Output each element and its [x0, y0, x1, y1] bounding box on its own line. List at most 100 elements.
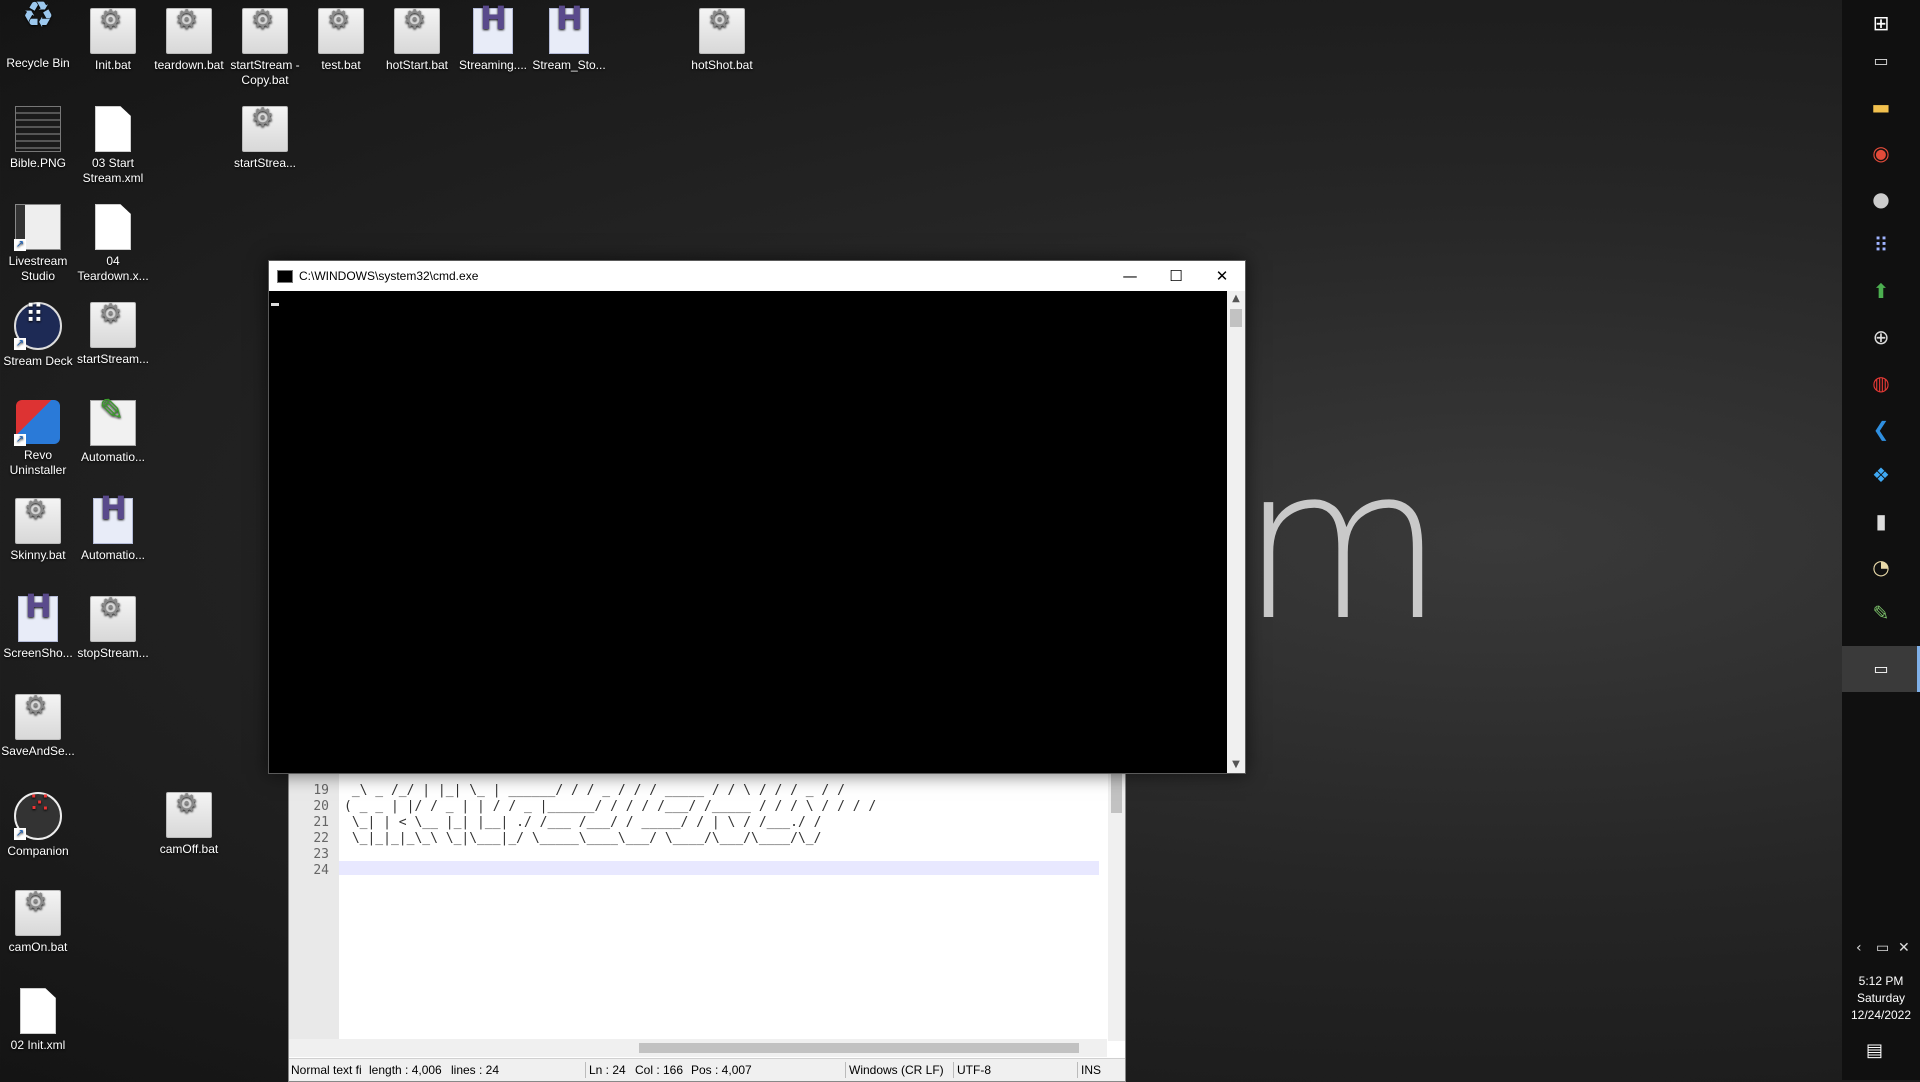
- desktop-icon-screensho[interactable]: ScreenSho...: [0, 588, 76, 661]
- line-number: 22: [313, 831, 329, 846]
- desktop-icon-companion[interactable]: Companion: [0, 784, 76, 859]
- notification-icon[interactable]: ▤: [1866, 1040, 1883, 1061]
- desktop-icon-stream-deck[interactable]: Stream Deck: [0, 294, 76, 369]
- scroll-down-arrow-icon[interactable]: ▼: [1227, 757, 1245, 773]
- desktop-icon-stopstream[interactable]: stopStream...: [75, 588, 151, 661]
- automation-icon[interactable]: ✎: [1842, 590, 1920, 636]
- icon-label: Init.bat: [94, 58, 132, 72]
- desktop-icon-teardown-bat[interactable]: teardown.bat: [151, 0, 227, 73]
- icon-label: Recycle Bin: [6, 56, 70, 70]
- image-file-icon: [15, 106, 61, 152]
- desktop-icon-streaming[interactable]: Streaming....: [455, 0, 531, 73]
- code-line[interactable]: \_|_|_|_\_\ \_|\___|_/ \_____\____\___/ …: [344, 831, 829, 846]
- chevron-left-icon[interactable]: ‹: [1856, 940, 1862, 956]
- desktop-icon-startstream-copy[interactable]: startStream - Copy.bat: [227, 0, 303, 88]
- desktop-icon-bible-png[interactable]: Bible.PNG: [0, 98, 76, 171]
- status-column: Col : 166: [635, 1063, 684, 1077]
- batch-file-icon: [394, 8, 440, 54]
- batch-file-icon: [15, 498, 61, 544]
- icon-label: camOn.bat: [8, 940, 68, 954]
- desktop-icon-03-start-stream[interactable]: 03 Start Stream.xml: [75, 98, 151, 186]
- icon-label: Automatio...: [80, 548, 146, 562]
- desktop-icon-init-bat[interactable]: Init.bat: [75, 0, 151, 73]
- maximize-button[interactable]: ☐: [1153, 261, 1199, 291]
- scroll-up-arrow-icon[interactable]: ▲: [1227, 291, 1245, 307]
- stream-deck-icon[interactable]: ⠿: [1842, 222, 1920, 268]
- editor-horizontal-scrollbar[interactable]: [289, 1039, 1107, 1057]
- desktop-icon-startstream[interactable]: startStream...: [75, 294, 151, 367]
- file-explorer-icon[interactable]: ▬: [1842, 84, 1920, 130]
- icon-label: Livestream Studio: [8, 254, 68, 283]
- record-icon[interactable]: ◍: [1842, 360, 1920, 406]
- desktop-icon-02-init-xml[interactable]: 02 Init.xml: [0, 980, 76, 1053]
- icon-label: 04 Teardown.x...: [77, 254, 149, 283]
- desktop-icon-startstrea[interactable]: startStrea...: [227, 98, 303, 171]
- volume-muted-icon[interactable]: ✕: [1898, 940, 1910, 956]
- desktop-icon-saveandse[interactable]: SaveAndSe...: [0, 686, 76, 759]
- code-line[interactable]: ( _ _ | |/ / _ | | / / _ |______/ / / / …: [344, 799, 884, 814]
- batch-file-icon: [166, 792, 212, 838]
- taskbar: ⊞ ▭ ▬ ◉ ● ⠿ ⬆ ⊕ ◍ ❮ ❖ ▮ ◔ ✎ ▭ ‹ ▭ ✕ 5:12…: [1842, 0, 1920, 1080]
- cmd-window[interactable]: C:\WINDOWS\system32\cmd.exe — ☐ ✕ ▲ ▼: [268, 260, 1246, 774]
- editor-status-bar: Normal text fi length : 4,006 lines : 24…: [289, 1058, 1125, 1081]
- network-tray-icon[interactable]: ▭: [1876, 940, 1889, 956]
- desktop-icon-stream-sto[interactable]: Stream_Sto...: [531, 0, 607, 73]
- code-line[interactable]: _\ _ /_/ | |_| \_ | ______/ / / _ / / / …: [344, 783, 853, 798]
- clock-app-icon[interactable]: ◔: [1842, 544, 1920, 590]
- h-file-icon: [549, 8, 589, 54]
- desktop-icon-automatio-1[interactable]: Automatio...: [75, 392, 151, 465]
- icon-label: Companion: [7, 844, 69, 858]
- batch-file-icon: [242, 106, 288, 152]
- text-editor-window[interactable]: 19 20 21 22 23 24 _\ _ /_/ | |_| \_ | __…: [288, 740, 1126, 1082]
- companion-icon: [14, 792, 62, 840]
- line-number: 21: [313, 815, 329, 830]
- task-view-icon[interactable]: ▭: [1842, 38, 1920, 84]
- desktop-icon-test-bat[interactable]: test.bat: [303, 0, 379, 73]
- dropbox-icon[interactable]: ❖: [1842, 452, 1920, 498]
- desktop-icon-skinny-bat[interactable]: Skinny.bat: [0, 490, 76, 563]
- cmd-title-bar[interactable]: C:\WINDOWS\system32\cmd.exe — ☐ ✕: [269, 261, 1245, 291]
- desktop-icon-hotstart-bat[interactable]: hotStart.bat: [379, 0, 455, 73]
- obs-icon[interactable]: ●: [1842, 176, 1920, 222]
- editor-vertical-scrollbar[interactable]: [1108, 741, 1125, 1041]
- batch-file-icon: [90, 8, 136, 54]
- icon-label: camOff.bat: [159, 842, 219, 856]
- vscode-icon[interactable]: ❮: [1842, 406, 1920, 452]
- taskbar-clock[interactable]: 5:12 PM Saturday 12/24/2022: [1842, 973, 1920, 1024]
- document-icon: [20, 988, 56, 1034]
- desktop-icon-recycle-bin[interactable]: Recycle Bin: [0, 0, 76, 71]
- desktop-icon-camon-bat[interactable]: camOn.bat: [0, 882, 76, 955]
- status-file-type: Normal text fi: [291, 1063, 362, 1077]
- cmd-console-area[interactable]: [269, 291, 1227, 773]
- scrollbar-thumb[interactable]: [1230, 309, 1242, 327]
- status-encoding: UTF-8: [957, 1063, 991, 1077]
- icon-label: startStream - Copy.bat: [230, 58, 300, 87]
- console-cursor: [271, 303, 279, 306]
- icon-label: stopStream...: [77, 646, 149, 660]
- desktop-icon-revo-uninstaller[interactable]: Revo Uninstaller: [0, 392, 76, 478]
- desktop-icon-camoff-bat[interactable]: camOff.bat: [151, 784, 227, 857]
- batch-file-icon: [318, 8, 364, 54]
- desktop-icon-automatio-2[interactable]: Automatio...: [75, 490, 151, 563]
- minimize-button[interactable]: —: [1107, 261, 1153, 291]
- status-lines: lines : 24: [451, 1063, 500, 1077]
- clock-time: 5:12 PM: [1858, 974, 1904, 988]
- network-icon[interactable]: ⊕: [1842, 314, 1920, 360]
- batch-file-icon: [15, 694, 61, 740]
- chrome-icon[interactable]: ◉: [1842, 130, 1920, 176]
- clock-date: 12/24/2022: [1850, 1008, 1912, 1022]
- status-position: Pos : 4,007: [691, 1063, 752, 1077]
- desktop-icon-04-teardown[interactable]: 04 Teardown.x...: [75, 196, 151, 284]
- upload-icon[interactable]: ⬆: [1842, 268, 1920, 314]
- desktop-icon-hotshot-bat[interactable]: hotShot.bat: [684, 0, 760, 73]
- scrollbar-thumb[interactable]: [639, 1043, 1079, 1053]
- close-button[interactable]: ✕: [1199, 261, 1245, 291]
- cmd-taskbar-icon[interactable]: ▭: [1842, 646, 1920, 692]
- line-number: 20: [313, 799, 329, 814]
- status-length: length : 4,006: [369, 1063, 442, 1077]
- desktop-icon-livestream-studio[interactable]: Livestream Studio: [0, 196, 76, 284]
- livestream-icon[interactable]: ▮: [1842, 498, 1920, 544]
- cmd-vertical-scrollbar[interactable]: ▲ ▼: [1227, 291, 1245, 773]
- code-line[interactable]: \_| | < \__ |_| |__| ./ /___ /___/ / ___…: [344, 815, 829, 830]
- batch-file-icon: [15, 890, 61, 936]
